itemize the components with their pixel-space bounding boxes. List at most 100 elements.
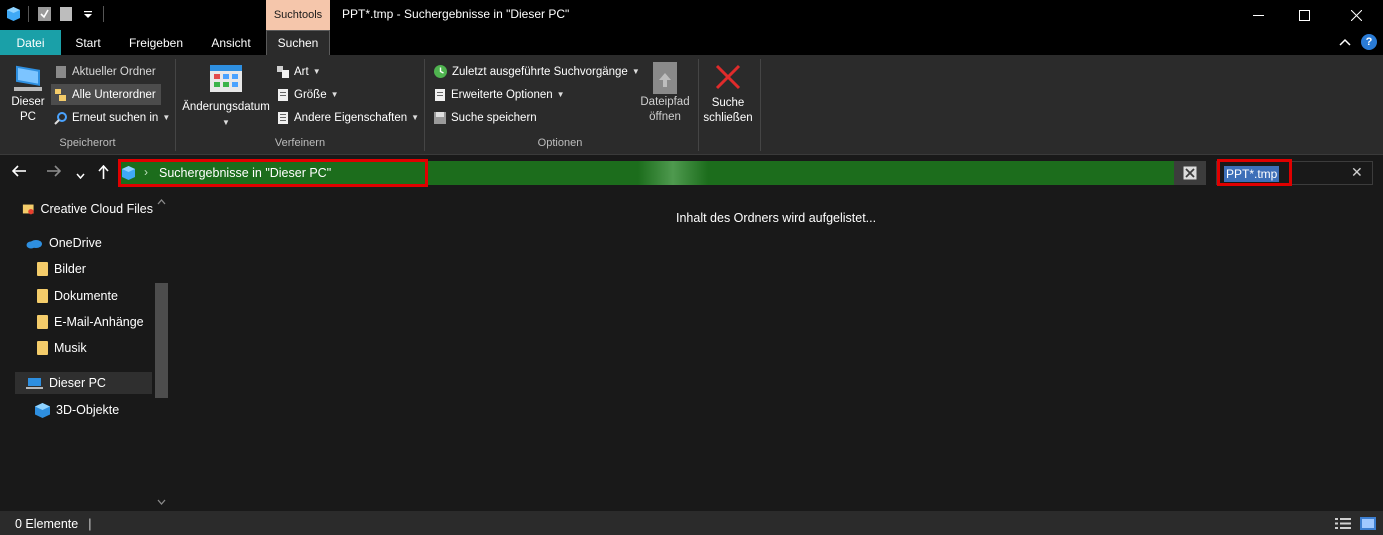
recent-searches-icon	[434, 65, 447, 78]
search-again-icon	[54, 111, 67, 125]
groesse-label: Größe	[294, 88, 327, 101]
alle-unterordner-button[interactable]: Alle Unterordner	[51, 84, 161, 105]
calendar-icon	[210, 65, 242, 92]
suche-schliessen-button[interactable]: Suche schließen	[702, 63, 754, 126]
new-folder-icon[interactable]	[59, 6, 73, 22]
scroll-up-icon[interactable]	[157, 199, 166, 205]
onedrive-cloud-icon	[26, 239, 42, 248]
dieser-pc-label: Dieser PC	[11, 96, 45, 123]
help-icon[interactable]: ?	[1361, 34, 1377, 50]
qat-separator	[28, 6, 29, 22]
properties-icon	[278, 111, 288, 124]
computer-icon	[26, 377, 43, 389]
back-button[interactable]	[11, 165, 27, 181]
3d-objects-icon	[35, 402, 50, 418]
file-type-icon	[277, 65, 289, 78]
subfolders-icon	[55, 88, 66, 101]
folder-icon	[37, 315, 48, 329]
chevron-down-icon: ▼	[312, 67, 321, 76]
erweiterte-optionen-button[interactable]: Erweiterte Optionen ▼	[430, 84, 568, 105]
maximize-button[interactable]	[1281, 0, 1327, 30]
chevron-down-icon: ▼	[556, 90, 565, 99]
tab-start[interactable]: Start	[66, 30, 110, 55]
item-count: 0 Elemente |	[15, 517, 91, 531]
nav-item-onedrive[interactable]: OneDrive	[26, 232, 153, 254]
nav-label: Bilder	[54, 262, 86, 276]
folder-icon	[37, 341, 48, 355]
nav-item-creative-cloud[interactable]: Creative Cloud Files	[22, 198, 153, 220]
large-icons-view-icon[interactable]	[1360, 517, 1376, 530]
ribbon-panel: Dieser PC Aktueller Ordner Alle Unterord…	[0, 55, 1383, 155]
erneut-suchen-button[interactable]: Erneut suchen in ▼	[51, 107, 173, 128]
nav-label: Dokumente	[54, 289, 118, 303]
tab-suchen[interactable]: Suchen	[266, 30, 330, 55]
nav-item-email-anhaenge[interactable]: E-Mail-Anhänge	[37, 311, 153, 333]
ribbon-controls: ?	[1339, 34, 1377, 50]
forward-arrow-icon	[47, 165, 62, 177]
folder-icon	[37, 262, 48, 276]
explorer-app-icon[interactable]	[6, 6, 20, 22]
scroll-down-icon[interactable]	[157, 499, 166, 505]
group-label-speicherort: Speicherort	[59, 137, 116, 149]
nav-label: Dieser PC	[49, 376, 106, 390]
collapse-ribbon-icon[interactable]	[1339, 38, 1351, 46]
ribbon-tab-row: Datei Start Freigeben Ansicht Suchen ?	[0, 30, 1383, 55]
schliessen-label: schließen	[703, 112, 753, 124]
address-highlight-box	[118, 159, 428, 187]
suche-speichern-label: Suche speichern	[451, 111, 537, 124]
item-count-text: 0 Elemente	[15, 517, 79, 531]
search-highlight-box	[1217, 159, 1292, 186]
nav-item-musik[interactable]: Musik	[37, 337, 153, 359]
file-list-area[interactable]	[172, 193, 1383, 511]
oeffnen-label: öffnen	[649, 111, 681, 123]
qat-separator	[103, 6, 104, 22]
close-icon	[1350, 9, 1362, 21]
up-button[interactable]	[98, 164, 109, 183]
nav-item-dieser-pc[interactable]: Dieser PC	[15, 372, 152, 394]
clear-search-button[interactable]: ✕	[1351, 164, 1363, 181]
andere-eigenschaften-button[interactable]: Andere Eigenschaften ▼	[273, 107, 422, 128]
nav-item-bilder[interactable]: Bilder	[37, 258, 153, 280]
erneut-suchen-label: Erneut suchen in	[72, 111, 159, 124]
up-arrow-icon	[98, 164, 109, 179]
groesse-button[interactable]: Größe ▼	[273, 84, 342, 105]
aktueller-ordner-button[interactable]: Aktueller Ordner	[51, 61, 159, 82]
status-bar	[0, 511, 1383, 535]
loading-message: Inhalt des Ordners wird aufgelistet...	[676, 211, 877, 225]
tab-datei[interactable]: Datei	[0, 30, 61, 55]
properties-icon[interactable]	[37, 6, 51, 22]
aenderungsdatum-button[interactable]: Änderungsdatum ▼	[180, 63, 272, 130]
folder-icon	[37, 289, 48, 303]
tab-ansicht[interactable]: Ansicht	[203, 30, 259, 55]
art-label: Art	[294, 65, 309, 78]
tab-freigeben[interactable]: Freigeben	[121, 30, 191, 55]
zuletzt-suchvorgaenge-button[interactable]: Zuletzt ausgeführte Suchvorgänge ▼	[430, 61, 643, 82]
size-icon	[278, 88, 288, 101]
quick-access-toolbar	[6, 6, 104, 22]
minimize-button[interactable]	[1235, 0, 1281, 30]
minimize-icon	[1252, 14, 1264, 16]
maximize-icon	[1298, 9, 1310, 21]
dateipfad-oeffnen-button[interactable]: Dateipfad öffnen	[636, 61, 694, 125]
computer-icon	[14, 65, 42, 91]
details-view-icon[interactable]	[1335, 517, 1351, 530]
dateipfad-label: Dateipfad	[640, 96, 690, 108]
status-separator: |	[88, 517, 92, 531]
forward-button[interactable]	[46, 165, 62, 181]
open-file-location-icon	[653, 62, 677, 94]
navigation-pane: Creative Cloud Files OneDrive Bilder Dok…	[0, 193, 172, 511]
art-button[interactable]: Art ▼	[273, 61, 324, 82]
group-separator	[698, 59, 699, 151]
contextual-tab-suchtools: Suchtools	[266, 0, 330, 30]
dieser-pc-button[interactable]: Dieser PC	[6, 61, 50, 125]
chevron-down-icon: ▼	[162, 113, 171, 122]
close-window-button[interactable]	[1333, 0, 1379, 30]
recent-locations-button[interactable]	[76, 167, 85, 183]
nav-item-dokumente[interactable]: Dokumente	[37, 285, 153, 307]
nav-item-3d-objekte[interactable]: 3D-Objekte	[35, 399, 153, 421]
nav-scrollbar-thumb[interactable]	[155, 283, 168, 398]
qat-customize-icon[interactable]	[81, 6, 95, 22]
stop-search-button[interactable]	[1174, 161, 1206, 185]
suche-speichern-button[interactable]: Suche speichern	[430, 107, 540, 128]
suche-label: Suche	[711, 97, 745, 109]
